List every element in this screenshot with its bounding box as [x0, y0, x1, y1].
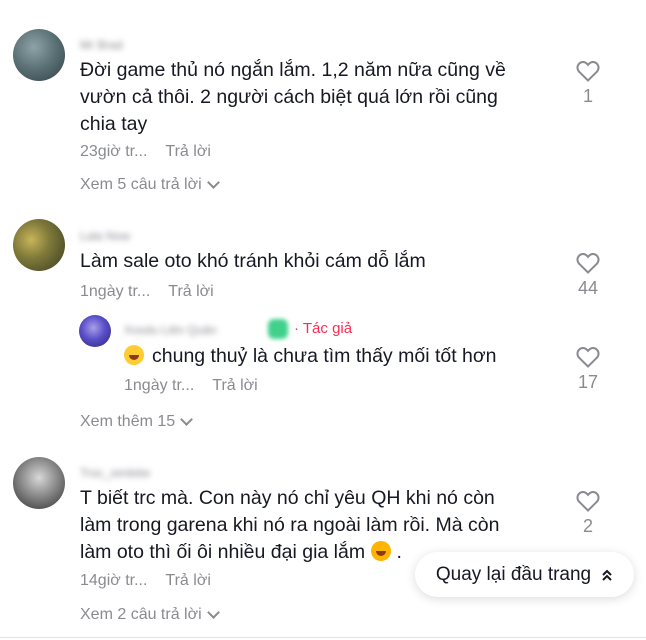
- comment-text: Đời game thủ nó ngắn lắm. 1,2 năm nữa cũ…: [80, 57, 506, 138]
- like-count: 44: [577, 278, 599, 298]
- comment-username[interactable]: Lala Now: [80, 229, 130, 243]
- double-chevron-up-icon: [602, 569, 612, 581]
- view-replies-button[interactable]: Xem 5 câu trả lời: [80, 176, 220, 194]
- comment-text-line: T biết trc mà. Con này nó chỉ yêu QH khi…: [80, 487, 495, 509]
- view-more-label: Xem thêm 15: [80, 413, 176, 430]
- verified-badge-icon: [268, 319, 288, 339]
- heart-icon: [576, 491, 600, 512]
- reply-button[interactable]: Trả lời: [168, 283, 213, 300]
- comment-username[interactable]: Trúc_simbiiie: [80, 466, 150, 480]
- divider: [0, 637, 646, 638]
- comment-time: 1ngày tr...: [80, 283, 151, 300]
- reply-button[interactable]: Trả lời: [165, 572, 210, 589]
- comment-text-line-content: làm oto thì ối ôi nhiều đại gia lắm: [80, 541, 366, 563]
- reply-button[interactable]: Trả lời: [165, 143, 210, 160]
- like-count: 2: [582, 516, 593, 536]
- view-replies-button[interactable]: Xem 2 câu trả lời: [80, 606, 220, 624]
- comment-text-line: vườn cả thôi. 2 người cách biệt quá lớn …: [80, 86, 498, 108]
- reply-meta: 1ngày tr... Trả lời: [124, 377, 258, 395]
- chevron-down-icon: [180, 413, 194, 426]
- comment-text-line: chia tay: [80, 113, 148, 135]
- like-button[interactable]: 44: [568, 252, 608, 299]
- comment-meta: 1ngày tr... Trả lời: [80, 283, 214, 301]
- back-to-top-button[interactable]: Quay lại đầu trang: [415, 552, 634, 597]
- comment-meta: 14giờ tr... Trả lời: [80, 572, 211, 590]
- reply-text: chung thuỷ là chưa tìm thấy mối tốt hơn: [124, 343, 497, 370]
- avatar[interactable]: [13, 457, 65, 509]
- avatar[interactable]: [13, 29, 65, 81]
- view-replies-label: Xem 5 câu trả lời: [80, 176, 202, 193]
- comment-meta: 23giờ tr... Trả lời: [80, 143, 211, 161]
- avatar[interactable]: [79, 315, 111, 347]
- like-count: 1: [582, 86, 593, 106]
- laughing-emoji-icon: [124, 345, 144, 365]
- comment-username[interactable]: Mr Brad: [80, 38, 123, 52]
- heart-icon: [576, 253, 600, 274]
- heart-icon: [576, 61, 600, 82]
- reply-username[interactable]: Xoxdu Liên Quân: [124, 323, 217, 337]
- heart-icon: [576, 347, 600, 368]
- comment-text: Làm sale oto khó tránh khỏi cám dỗ lắm: [80, 250, 426, 272]
- reply-button[interactable]: Trả lời: [212, 377, 257, 394]
- like-count: 17: [577, 372, 599, 392]
- like-button[interactable]: 2: [568, 490, 608, 537]
- view-replies-label: Xem 2 câu trả lời: [80, 606, 202, 623]
- like-button[interactable]: 1: [568, 60, 608, 107]
- rofl-emoji-icon: [371, 541, 392, 561]
- author-badge: · Tác giả: [294, 320, 353, 337]
- comment-time: 14giờ tr...: [80, 572, 148, 589]
- chevron-down-icon: [206, 176, 220, 189]
- reply-text-content: chung thuỷ là chưa tìm thấy mối tốt hơn: [152, 345, 497, 367]
- comment-time: 23giờ tr...: [80, 143, 148, 160]
- comment-text-line: Đời game thủ nó ngắn lắm. 1,2 năm nữa cũ…: [80, 59, 506, 81]
- view-more-replies-button[interactable]: Xem thêm 15: [80, 413, 194, 431]
- chevron-down-icon: [206, 606, 220, 619]
- reply-time: 1ngày tr...: [124, 377, 195, 394]
- comment-text-line: làm trong garena khi nó ra ngoài làm rồi…: [80, 514, 500, 536]
- like-button[interactable]: 17: [568, 346, 608, 393]
- back-to-top-label: Quay lại đầu trang: [435, 563, 592, 585]
- avatar[interactable]: [13, 219, 65, 271]
